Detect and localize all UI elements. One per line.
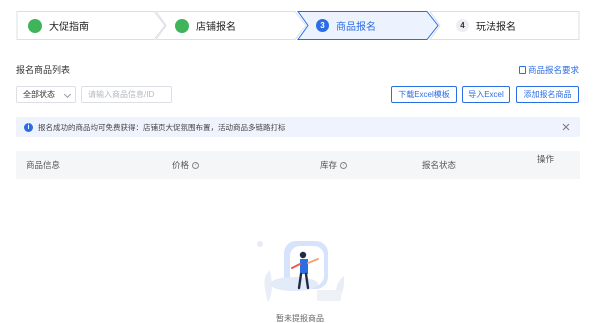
column-header-price: 价格 ?	[172, 151, 200, 179]
requirements-link[interactable]: 商品报名要求	[518, 64, 579, 76]
empty-state-illustration	[257, 241, 345, 302]
table-header: 商品信息 价格 ? 库存 ? 报名状态 操作	[16, 151, 580, 179]
column-label: 报名状态	[422, 160, 457, 170]
help-icon[interactable]: ?	[192, 161, 200, 169]
check-icon	[175, 12, 189, 33]
check-icon	[28, 12, 42, 33]
step-3-product-signup[interactable]: 3 商品报名	[297, 11, 439, 40]
help-icon[interactable]: ?	[340, 161, 348, 169]
info-icon: i	[24, 122, 33, 132]
column-label: 操作	[537, 154, 555, 164]
column-label: 库存	[320, 160, 338, 170]
product-search-input[interactable]	[81, 86, 172, 103]
download-excel-template-button[interactable]: 下载Excel模板	[391, 86, 457, 103]
column-header-stock: 库存 ?	[320, 151, 348, 179]
step-4-gameplay-signup[interactable]: 4 玩法报名	[429, 11, 580, 40]
chevron-down-icon	[63, 90, 72, 99]
column-header-product-info: 商品信息	[26, 151, 60, 179]
step-1-promo-guide[interactable]: 大促指南	[16, 11, 166, 40]
status-filter-select[interactable]: 全部状态	[16, 86, 76, 103]
column-label: 价格	[172, 160, 190, 170]
column-header-actions: 操作	[537, 145, 554, 173]
add-product-button[interactable]: 添加报名商品	[516, 86, 579, 103]
requirements-link-label: 商品报名要求	[527, 65, 579, 75]
step-label: 玩法报名	[476, 22, 516, 33]
column-label: 商品信息	[26, 160, 61, 170]
import-excel-button[interactable]: 导入Excel	[462, 86, 510, 103]
info-notice-banner: i 报名成功的商品均可免费获得：店铺页大促氛围布置，活动商品多链路打标	[16, 117, 580, 137]
document-icon	[518, 66, 526, 74]
step-label: 大促指南	[49, 22, 89, 33]
step-2-store-signup[interactable]: 店铺报名	[155, 11, 307, 40]
empty-state-text: 暂未提报商品	[276, 314, 324, 323]
close-icon[interactable]	[561, 122, 571, 132]
step-label: 商品报名	[336, 22, 376, 33]
step-number-badge: 4	[456, 19, 469, 32]
step-number-badge: 3	[316, 19, 329, 32]
notice-text: 报名成功的商品均可免费获得：店铺页大促氛围布置，活动商品多链路打标	[38, 122, 286, 132]
status-filter-value: 全部状态	[23, 90, 55, 99]
step-label: 店铺报名	[196, 22, 236, 33]
step-progress-bar: 大促指南 店铺报名 3 商品报名 4 玩法报名	[16, 11, 580, 40]
section-title: 报名商品列表	[16, 65, 71, 75]
column-header-status: 报名状态	[422, 151, 456, 179]
